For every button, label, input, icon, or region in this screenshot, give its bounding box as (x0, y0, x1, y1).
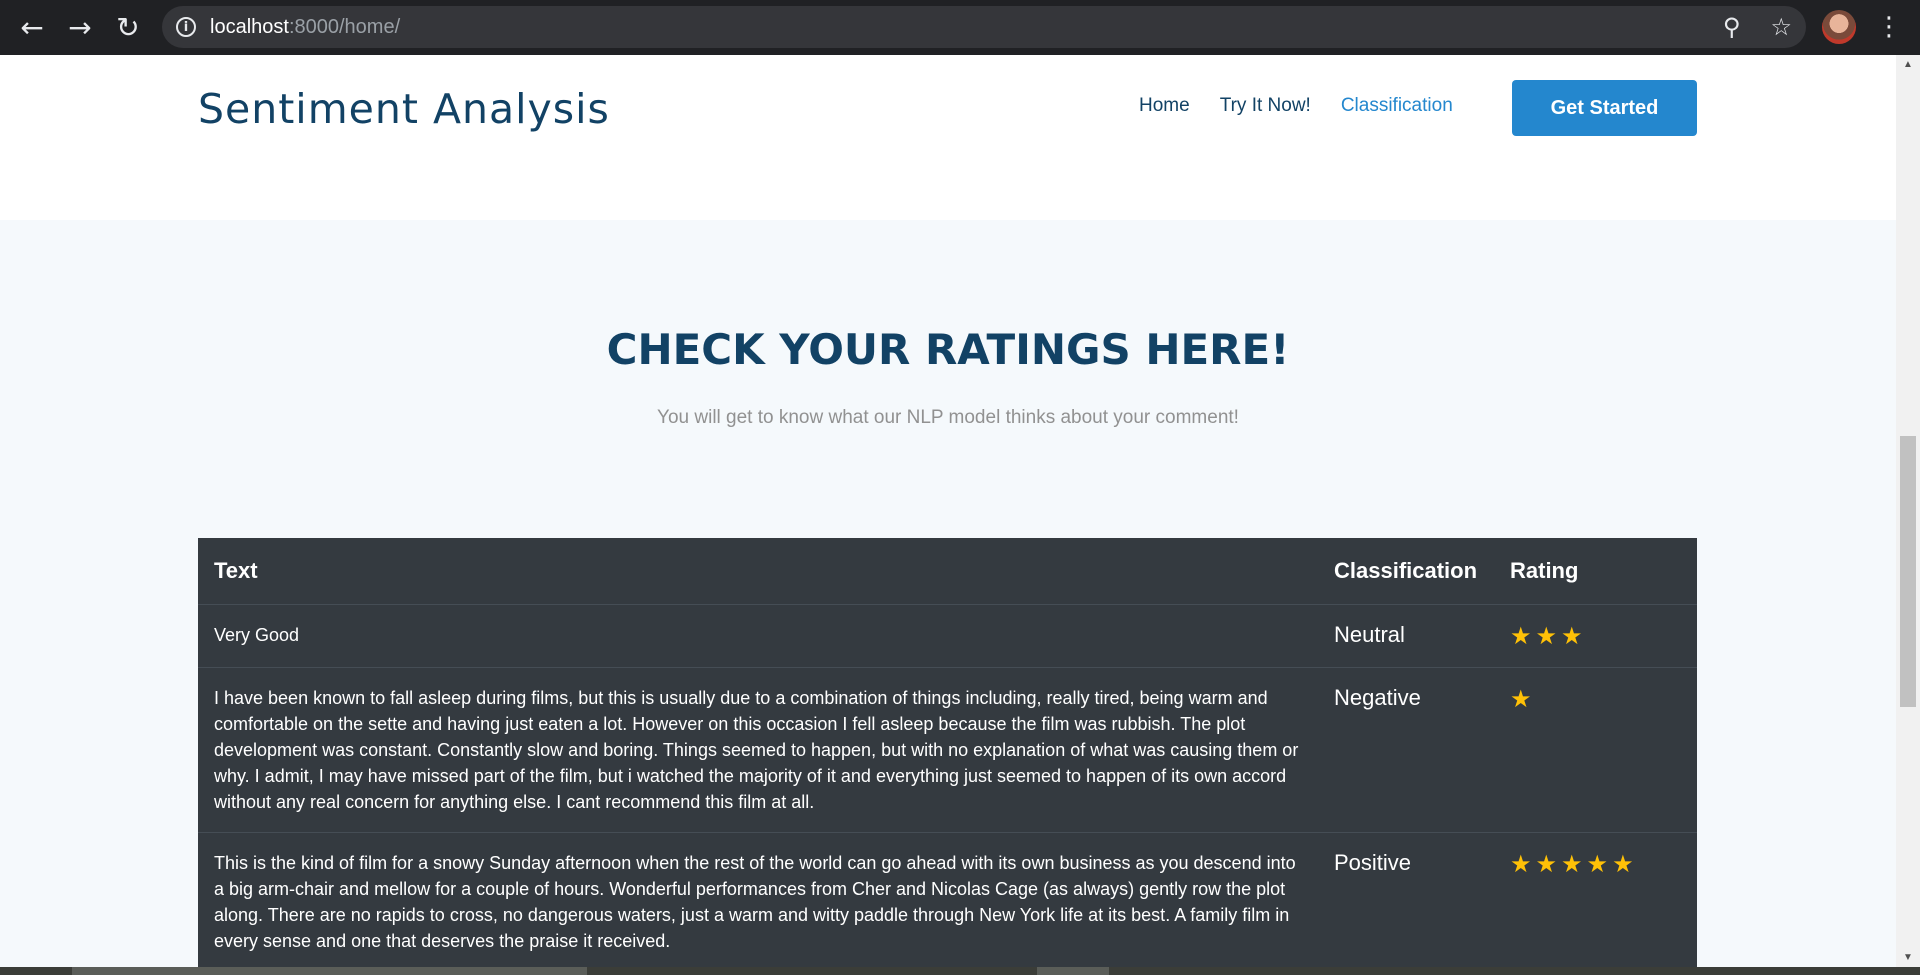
star-icon: ★ (1535, 850, 1562, 878)
table-row: I have been known to fall asleep during … (198, 667, 1697, 833)
nav-classification[interactable]: Classification (1341, 95, 1453, 117)
table-header-row: Text Classification Rating (198, 538, 1697, 605)
profile-avatar[interactable] (1822, 10, 1856, 44)
bookmark-star-icon[interactable]: ☆ (1770, 13, 1792, 41)
star-icon: ★ (1510, 850, 1536, 878)
header-text: Text (198, 538, 1318, 605)
section-title: CHECK YOUR RATINGS HERE! (606, 325, 1290, 374)
star-rating: ★★★ (1494, 604, 1697, 668)
star-icon: ★ (1612, 850, 1638, 878)
header-classification: Classification (1318, 538, 1494, 605)
row-classification: Negative (1318, 667, 1494, 833)
scroll-down-arrow-icon[interactable]: ▼ (1896, 952, 1920, 963)
table-row: Very Good Neutral ★★★ (198, 604, 1697, 668)
table-row: This is the kind of film for a snowy Sun… (198, 832, 1697, 967)
zoom-icon[interactable]: ⚲ (1723, 13, 1741, 41)
site-logo[interactable]: Sentiment Analysis (198, 85, 610, 133)
site-header: Sentiment Analysis Home Try It Now! Clas… (0, 55, 1896, 162)
forward-button[interactable]: → (56, 0, 104, 55)
header-rating: Rating (1494, 538, 1697, 605)
star-icon: ★ (1561, 850, 1587, 878)
row-text: This is the kind of film for a snowy Sun… (198, 832, 1318, 967)
url-path: :8000/home/ (288, 15, 401, 38)
star-rating: ★★★★★ (1494, 832, 1697, 967)
star-icon: ★ (1586, 850, 1613, 878)
url-host: localhost (210, 15, 289, 38)
section-subtitle: You will get to know what our NLP model … (657, 407, 1239, 428)
browser-toolbar: ← → ↻ i localhost:8000/home/ ⚲ ☆ ⋮ (0, 0, 1920, 55)
page-scrollbar[interactable]: ▲ ▼ (1896, 55, 1920, 967)
main-nav: Home Try It Now! Classification (1139, 95, 1453, 117)
star-icon: ★ (1510, 622, 1536, 650)
header-spacer (0, 162, 1896, 220)
star-icon: ★ (1561, 622, 1587, 650)
star-icon: ★ (1510, 685, 1536, 713)
row-classification: Positive (1318, 832, 1494, 967)
row-classification: Neutral (1318, 604, 1494, 668)
page-viewport: Sentiment Analysis Home Try It Now! Clas… (0, 55, 1896, 967)
taskbar-item[interactable] (72, 967, 587, 975)
star-icon: ★ (1535, 622, 1562, 650)
row-text: Very Good (198, 604, 1318, 668)
address-bar[interactable]: i localhost:8000/home/ ⚲ ☆ (162, 6, 1806, 48)
star-rating: ★ (1494, 667, 1697, 833)
os-taskbar (0, 967, 1920, 975)
browser-menu-icon[interactable]: ⋮ (1876, 12, 1902, 42)
taskbar-item[interactable] (1037, 967, 1109, 975)
scrollbar-thumb[interactable] (1900, 436, 1916, 707)
scroll-up-arrow-icon[interactable]: ▲ (1896, 59, 1920, 70)
ratings-table: Text Classification Rating Very Good Neu… (198, 538, 1697, 967)
get-started-button[interactable]: Get Started (1512, 80, 1697, 136)
url-text[interactable]: localhost:8000/home/ (210, 16, 400, 39)
back-button[interactable]: ← (8, 0, 56, 55)
nav-home[interactable]: Home (1139, 95, 1190, 117)
reload-button[interactable]: ↻ (104, 0, 152, 55)
site-info-icon[interactable]: i (176, 17, 196, 37)
row-text: I have been known to fall asleep during … (198, 667, 1318, 833)
nav-try-it-now[interactable]: Try It Now! (1220, 95, 1311, 117)
